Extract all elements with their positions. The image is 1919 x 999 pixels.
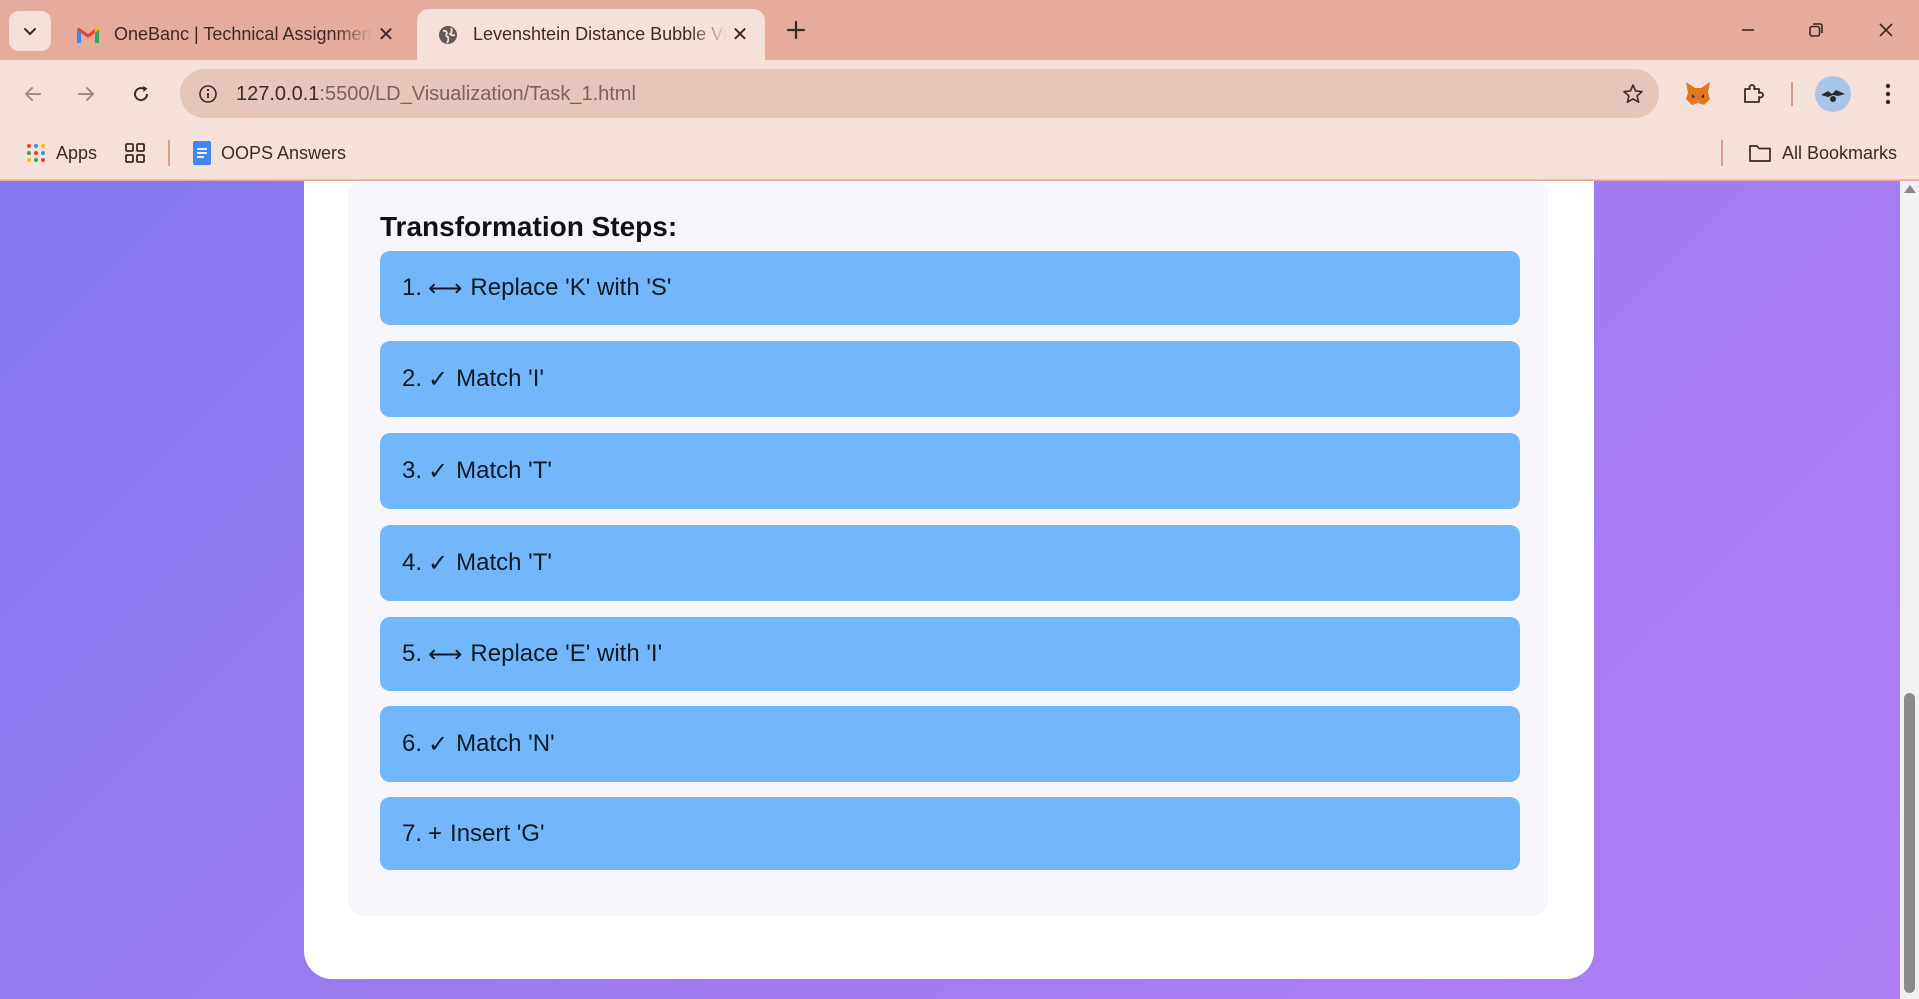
docs-icon <box>193 141 211 165</box>
replace-icon: ⟷ <box>428 274 463 302</box>
arrow-left-icon <box>24 87 41 101</box>
site-info-button[interactable] <box>193 79 223 109</box>
browser-menu-button[interactable] <box>1870 76 1906 112</box>
star-icon <box>1623 84 1643 103</box>
all-bookmarks-button[interactable]: All Bookmarks <box>1748 138 1897 168</box>
scroll-up-arrow-icon[interactable] <box>1904 185 1916 193</box>
new-tab-button[interactable] <box>780 14 812 46</box>
close-window-button[interactable] <box>1856 10 1916 50</box>
step-number: 6. <box>402 730 423 757</box>
tab-title: Levenshtein Distance Bubble Visualizatio… <box>473 24 727 44</box>
step-text: Match 'I' <box>456 365 544 392</box>
plus-icon <box>786 20 806 40</box>
step-item: 5. ⟷ Replace 'E' with 'I' <box>380 617 1520 691</box>
grid-icon <box>125 143 145 163</box>
minimize-button[interactable] <box>1718 10 1778 50</box>
fox-icon <box>1686 82 1710 105</box>
reload-button[interactable] <box>122 75 160 113</box>
more-vertical-icon <box>1885 83 1891 105</box>
info-icon <box>199 85 217 103</box>
main-card: Transformation Steps: 1. ⟷ Replace 'K' w… <box>304 181 1594 979</box>
apps-grid-icon <box>27 144 45 162</box>
bookmark-label: Apps <box>56 142 98 163</box>
check-icon: ✓ <box>428 549 449 577</box>
step-item: 1. ⟷ Replace 'K' with 'S' <box>380 251 1520 325</box>
extensions-button[interactable] <box>1735 76 1771 112</box>
url-text[interactable]: 127.0.0.1:5500/LD_Visualization/Task_1.h… <box>236 83 636 106</box>
page-viewport: Transformation Steps: 1. ⟷ Replace 'K' w… <box>0 181 1900 999</box>
step-item: 4. ✓ Match 'T' <box>380 525 1520 601</box>
tab-onebanc[interactable]: OneBanc | Technical Assignment ✕ <box>56 9 411 60</box>
page-scrollbar[interactable] <box>1900 181 1919 999</box>
insert-icon: + <box>428 819 443 847</box>
step-number: 3. <box>402 457 423 484</box>
step-number: 4. <box>402 549 423 576</box>
bookmark-apps[interactable]: Apps <box>26 138 97 168</box>
avatar-icon <box>1818 79 1848 109</box>
bookmarks-divider <box>168 140 170 166</box>
url-path: :5500/LD_Visualization/Task_1.html <box>319 83 636 105</box>
browser-toolbar: 127.0.0.1:5500/LD_Visualization/Task_1.h… <box>0 60 1919 126</box>
steps-title: Transformation Steps: <box>380 211 678 242</box>
reload-icon <box>134 86 149 102</box>
scrollbar-thumb[interactable] <box>1904 693 1915 993</box>
step-text: Match 'T' <box>456 457 552 484</box>
close-icon <box>1879 23 1893 37</box>
check-icon: ✓ <box>428 365 449 393</box>
arrow-right-icon <box>78 87 95 101</box>
minimize-icon <box>1742 29 1754 31</box>
step-item: 2. ✓ Match 'I' <box>380 341 1520 417</box>
bookmark-star-button[interactable] <box>1617 78 1649 110</box>
toolbar-divider <box>1791 82 1793 106</box>
profile-avatar[interactable] <box>1815 76 1851 112</box>
bookmarks-bar: Apps OOPS Answers All Bookmarks <box>0 126 1919 180</box>
tab-levenshtein[interactable]: Levenshtein Distance Bubble Visualizatio… <box>417 9 765 60</box>
tab-strip: OneBanc | Technical Assignment ✕ Levensh… <box>0 0 1919 60</box>
puzzle-icon <box>1744 84 1764 103</box>
url-host: 127.0.0.1 <box>236 83 320 105</box>
back-button[interactable] <box>14 75 52 113</box>
bookmark-label: OOPS Answers <box>221 142 347 163</box>
check-icon: ✓ <box>428 457 449 485</box>
restore-icon <box>1809 23 1823 37</box>
restore-button[interactable] <box>1786 10 1846 50</box>
step-item: 7. + Insert 'G' <box>380 797 1520 870</box>
check-icon: ✓ <box>428 730 449 758</box>
chevron-down-icon <box>24 28 36 36</box>
step-item: 3. ✓ Match 'T' <box>380 433 1520 509</box>
globe-icon <box>439 25 457 44</box>
address-bar[interactable]: 127.0.0.1:5500/LD_Visualization/Task_1.h… <box>180 69 1659 118</box>
tab-title: OneBanc | Technical Assignment <box>114 24 373 44</box>
step-number: 5. <box>402 640 423 667</box>
tab-groups-button[interactable] <box>124 138 146 168</box>
bookmarks-divider <box>1721 140 1723 166</box>
replace-icon: ⟷ <box>428 640 463 668</box>
gmail-icon <box>77 27 99 43</box>
step-text: Replace 'K' with 'S' <box>470 274 672 301</box>
tab-search-button[interactable] <box>9 11 51 51</box>
bookmark-oops-answers[interactable]: OOPS Answers <box>193 138 346 168</box>
step-text: Insert 'G' <box>450 819 545 847</box>
forward-button[interactable] <box>67 75 105 113</box>
step-text: Match 'N' <box>456 730 555 757</box>
step-text: Replace 'E' with 'I' <box>470 640 663 667</box>
step-number: 1. <box>402 274 423 301</box>
close-tab-icon[interactable]: ✕ <box>727 22 753 48</box>
step-number: 2. <box>402 365 423 392</box>
folder-icon <box>1749 145 1771 162</box>
close-tab-icon[interactable]: ✕ <box>373 22 399 48</box>
step-text: Match 'T' <box>456 549 552 576</box>
metamask-extension-button[interactable] <box>1680 76 1716 112</box>
bookmark-label: All Bookmarks <box>1782 142 1898 163</box>
step-item: 6. ✓ Match 'N' <box>380 706 1520 782</box>
step-number: 7. <box>402 819 423 847</box>
